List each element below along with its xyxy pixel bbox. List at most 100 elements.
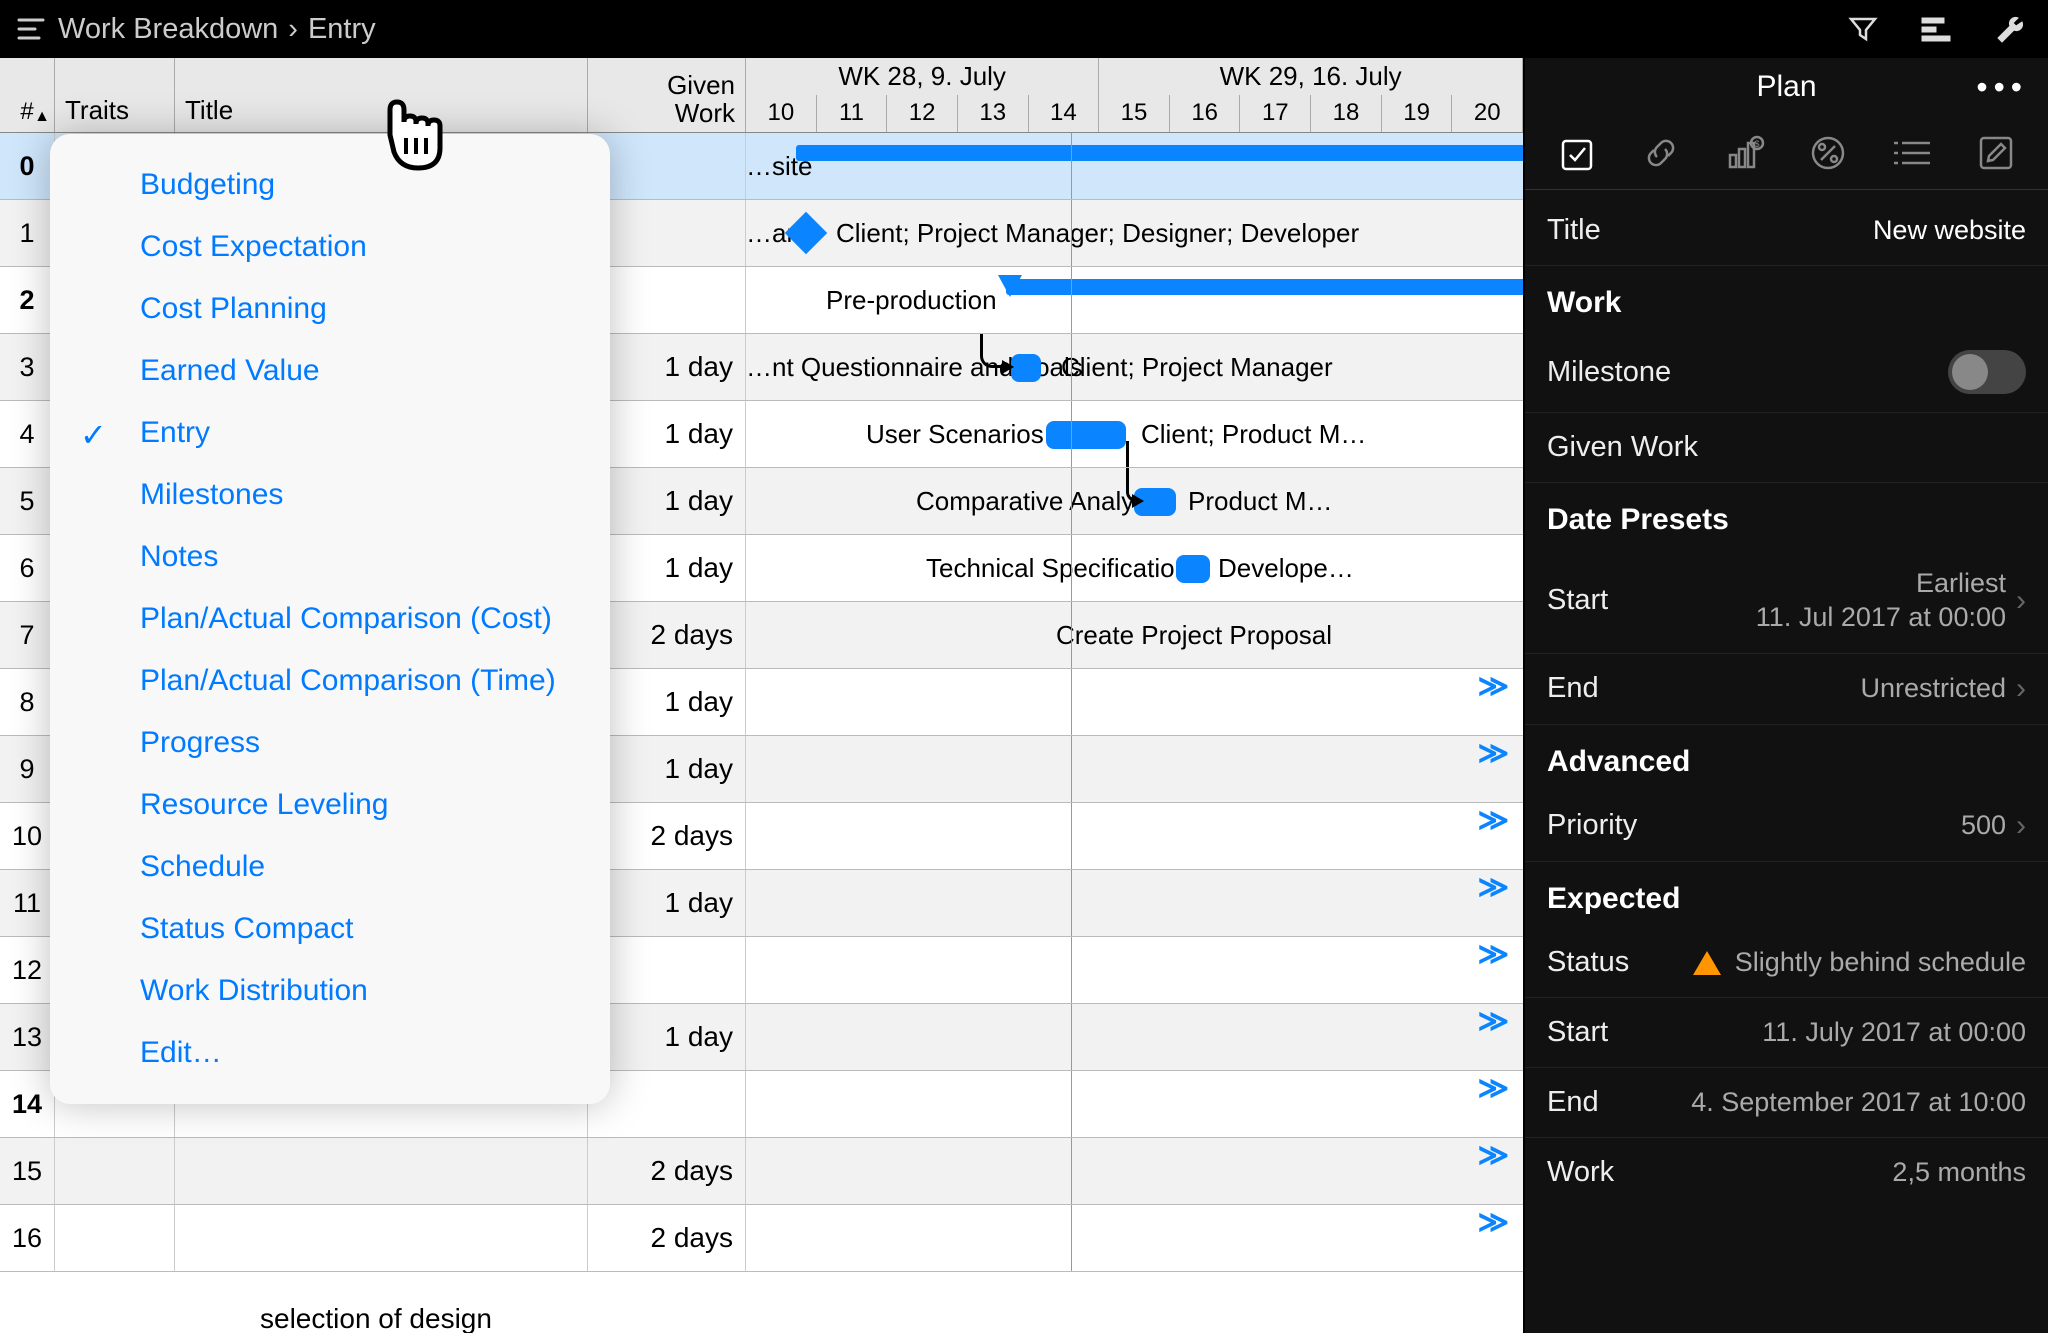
chevron-right-icon[interactable]: › [2016,584,2026,618]
overflow-arrow-icon[interactable]: ≫ [1478,1071,1509,1106]
outline-icon[interactable] [14,12,48,46]
dropdown-item[interactable]: Resource Leveling [50,774,610,836]
row-work: 1 day [588,334,746,400]
wrench-icon[interactable] [1994,12,2028,46]
chevron-right-icon[interactable]: › [2016,672,2026,706]
gantt-view-icon[interactable] [1920,12,1954,46]
row-gantt[interactable]: User ScenariosClient; Product M… [746,401,1523,467]
dropdown-item[interactable]: Plan/Actual Comparison (Time) [50,650,610,712]
more-icon[interactable]: ••• [1976,69,2028,106]
row-num: 7 [0,602,55,668]
tab-link-icon[interactable] [1634,126,1688,180]
row-num: 0 [0,133,55,199]
dropdown-item[interactable]: Edit… [50,1022,610,1084]
row-gantt[interactable]: …nt Questionnaire and goalsClient; Proje… [746,334,1523,400]
chevron-right-icon[interactable]: › [2016,809,2026,843]
tab-plan-icon[interactable] [1550,126,1604,180]
overflow-arrow-icon[interactable]: ≫ [1478,1138,1509,1173]
breadcrumb[interactable]: Work Breakdown › Entry [58,13,376,46]
start-label: Start [1547,584,1608,617]
title-value[interactable]: New website [1873,215,2026,246]
dropdown-item[interactable]: Plan/Actual Comparison (Cost) [50,588,610,650]
section-advanced: Advanced [1525,725,2048,791]
day-10[interactable]: 10 [746,95,817,133]
breadcrumb-root[interactable]: Work Breakdown [58,13,278,46]
col-header-work[interactable]: Given Work [588,58,746,132]
row-gantt[interactable]: ≫ [746,870,1523,936]
col-header-traits[interactable]: Traits [55,58,175,132]
check-icon: ✓ [80,416,107,454]
overflow-arrow-icon[interactable]: ≫ [1478,669,1509,704]
row-work: 1 day [588,870,746,936]
overflow-arrow-icon[interactable]: ≫ [1478,937,1509,972]
dropdown-item[interactable]: Budgeting [50,154,610,216]
row-num: 10 [0,803,55,869]
col-header-num[interactable]: # ▲ [0,58,55,132]
dropdown-item[interactable]: Cost Expectation [50,216,610,278]
table-row[interactable]: 162 days≫ [0,1205,1523,1272]
day-12[interactable]: 12 [887,95,958,133]
dropdown-item[interactable]: Notes [50,526,610,588]
day-11[interactable]: 11 [817,95,888,133]
gantt-label: Develope… [1218,553,1354,584]
gantt-bar[interactable] [796,145,1523,161]
dropdown-item[interactable]: Status Compact [50,898,610,960]
table-row[interactable]: 152 days≫ [0,1138,1523,1205]
row-title [175,1205,588,1271]
filter-icon[interactable] [1846,12,1880,46]
day-15[interactable]: 15 [1099,95,1170,133]
dropdown-item[interactable]: Schedule [50,836,610,898]
row-gantt[interactable]: ≫ [746,736,1523,802]
overflow-arrow-icon[interactable]: ≫ [1478,736,1509,771]
tab-edit-icon[interactable] [1969,126,2023,180]
gantt-bar[interactable] [1006,279,1523,295]
dropdown-item[interactable]: Progress [50,712,610,774]
tab-list-icon[interactable] [1885,126,1939,180]
row-gantt[interactable]: Pre-production [746,267,1523,333]
view-dropdown[interactable]: BudgetingCost ExpectationCost PlanningEa… [50,134,610,1104]
week-29[interactable]: WK 29, 16. July [1099,58,1523,95]
milestone-toggle[interactable] [1948,350,2026,394]
week-28[interactable]: WK 28, 9. July [746,58,1099,95]
row-num: 12 [0,937,55,1003]
overflow-arrow-icon[interactable]: ≫ [1478,803,1509,838]
row-gantt[interactable]: ≫ [746,1138,1523,1204]
main-area: # ▲ Traits Title Given Work WK 28, 9. Ju… [0,58,1523,1333]
row-gantt[interactable]: Comparative AnalysisProduct M… [746,468,1523,534]
row-gantt[interactable]: Create Project Proposal [746,602,1523,668]
row-gantt[interactable]: …artClient; Project Manager; Designer; D… [746,200,1523,266]
dropdown-item[interactable]: Earned Value [50,340,610,402]
end-label: End [1547,672,1599,705]
dropdown-item[interactable]: Work Distribution [50,960,610,1022]
row-gantt[interactable]: ≫ [746,1004,1523,1070]
day-14[interactable]: 14 [1029,95,1100,133]
day-20[interactable]: 20 [1452,95,1523,133]
overflow-arrow-icon[interactable]: ≫ [1478,870,1509,905]
dropdown-item[interactable]: Cost Planning [50,278,610,340]
dropdown-item[interactable]: Entry✓ [50,402,610,464]
day-17[interactable]: 17 [1240,95,1311,133]
gantt-bar[interactable] [1046,421,1126,449]
dropdown-item[interactable]: Milestones [50,464,610,526]
day-18[interactable]: 18 [1311,95,1382,133]
row-gantt[interactable]: …site [746,133,1523,199]
row-gantt[interactable]: ≫ [746,1071,1523,1137]
row-gantt[interactable]: ≫ [746,1205,1523,1271]
gantt-bar[interactable] [1176,555,1210,583]
day-19[interactable]: 19 [1382,95,1453,133]
day-16[interactable]: 16 [1170,95,1241,133]
tab-cost-icon[interactable]: $ [1718,126,1772,180]
overflow-arrow-icon[interactable]: ≫ [1478,1205,1509,1240]
row-gantt[interactable]: Technical SpecificationsDevelope… [746,535,1523,601]
gantt-bar[interactable] [1011,354,1041,382]
row-gantt[interactable]: ≫ [746,937,1523,1003]
overflow-arrow-icon[interactable]: ≫ [1478,1004,1509,1039]
day-13[interactable]: 13 [958,95,1029,133]
row-gantt[interactable]: ≫ [746,669,1523,735]
tab-percent-icon[interactable] [1801,126,1855,180]
breadcrumb-current[interactable]: Entry [308,13,376,46]
row-gantt[interactable]: ≫ [746,803,1523,869]
col-header-title[interactable]: Title [175,58,588,132]
svg-text:$: $ [1754,139,1759,149]
title-label: Title [1547,214,1601,247]
